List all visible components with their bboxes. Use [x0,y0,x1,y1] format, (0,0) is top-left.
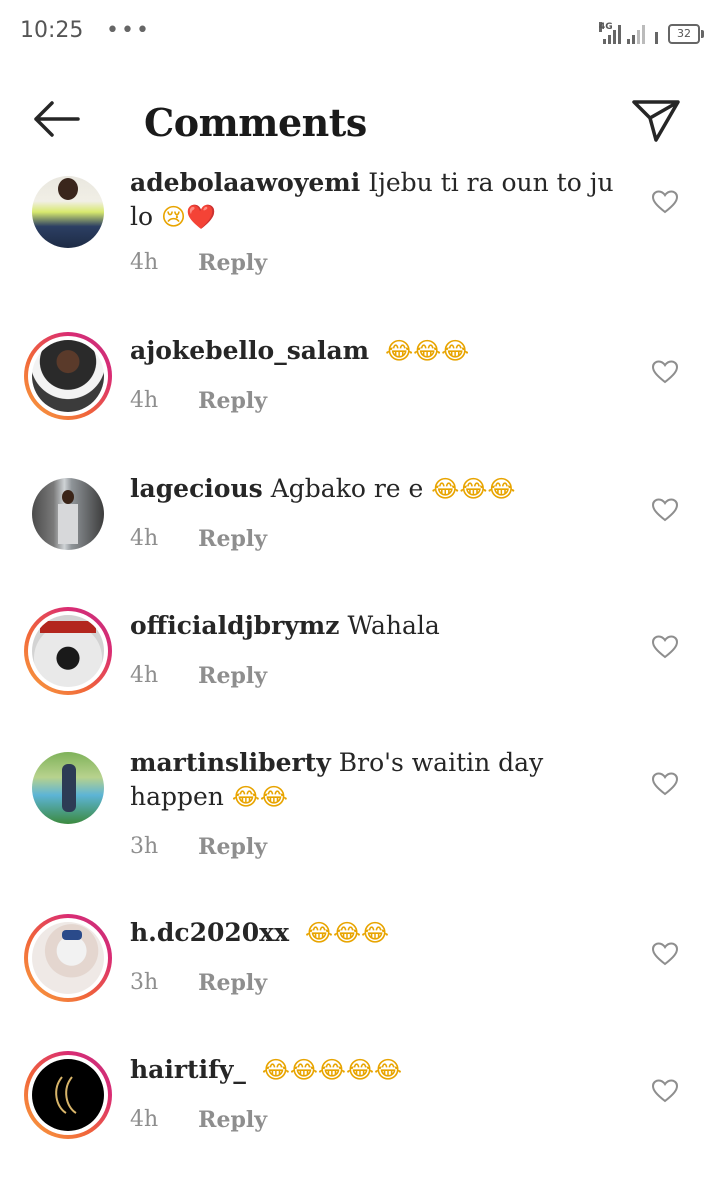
avatar[interactable] [24,607,112,695]
comment-emoji: 😂😂😂 [431,475,516,503]
signal-icon-2 [627,24,645,44]
comment-username[interactable]: adebolaawoyemi [130,168,360,197]
signal-icon: 4G [599,22,621,44]
reply-button[interactable]: Reply [198,834,267,860]
status-time: 10:25 [20,18,84,43]
comment-text: martinsliberty Bro's waitin day happen 😂😂 [130,746,625,814]
comment-time: 4h [130,526,159,551]
heart-outline-icon[interactable] [652,498,678,522]
comment-time: 4h [130,663,159,688]
comment-meta: 4h Reply [130,663,267,689]
comment-text: adebolaawoyemi Ijebu ti ra oun to ju lo 😢… [130,166,625,234]
reply-button[interactable]: Reply [198,663,267,689]
comment-username[interactable]: officialdjbrymz [130,611,339,640]
comments-header: Comments [0,78,720,162]
heart-outline-icon[interactable] [652,1079,678,1103]
comment-time: 4h [130,388,159,413]
status-bar: 10:25 ••• 4G 32 [0,0,720,64]
battery-icon: 32 [668,24,704,44]
comment-meta: 4h Reply [130,1107,267,1133]
heart-outline-icon[interactable] [652,942,678,966]
comment-body: Agbako re e [270,474,424,503]
comment-meta: 4h Reply [130,250,267,276]
network-type: 4G [599,22,613,32]
heart-outline-icon[interactable] [652,360,678,384]
hairtify-logo-icon [55,1076,77,1114]
comment-time: 4h [130,250,159,275]
comment-emoji: 😂😂😂 [385,337,470,365]
comment-emoji: 😢❤️ [161,203,216,231]
comment-username[interactable]: lagecious [130,474,263,503]
comment-meta: 4h Reply [130,388,267,414]
avatar[interactable] [24,470,112,558]
comment-body: Wahala [347,611,440,640]
reply-button[interactable]: Reply [198,1107,267,1133]
comment-emoji: 😂😂😂 [304,919,390,947]
avatar[interactable] [24,914,112,1002]
comment-text: h.dc2020xx 😂😂😂 [130,916,625,950]
comment-time: 3h [130,834,159,859]
reply-button[interactable]: Reply [198,250,267,276]
reply-button[interactable]: Reply [198,388,267,414]
comment-text: ajokebello_salam 😂😂😂 [130,334,625,368]
status-dots: ••• [106,18,151,43]
comment-text: hairtify_ 😂😂😂😂😂 [130,1053,625,1087]
page-title: Comments [144,100,367,145]
comment-username[interactable]: ajokebello_salam [130,336,369,365]
reply-button[interactable]: Reply [198,526,267,552]
comment-emoji: 😂😂 [231,783,288,811]
back-arrow-icon[interactable] [30,98,82,140]
reply-button[interactable]: Reply [198,970,267,996]
comment-text: lagecious Agbako re e 😂😂😂 [130,472,625,506]
comment-time: 4h [130,1107,159,1132]
avatar[interactable] [24,1051,112,1139]
system-indicators: 4G 32 [599,16,704,44]
comment-username[interactable]: martinsliberty [130,748,331,777]
avatar[interactable] [24,744,112,832]
paper-plane-icon[interactable] [630,98,682,144]
comment-username[interactable]: hairtify_ [130,1055,246,1084]
comment-meta: 3h Reply [130,970,267,996]
comment-meta: 4h Reply [130,526,267,552]
comment-text: officialdjbrymz Wahala [130,609,625,643]
avatar[interactable] [24,168,112,256]
comment-username[interactable]: h.dc2020xx [130,918,289,947]
wifi-off-icon [655,24,658,44]
heart-outline-icon[interactable] [652,772,678,796]
comment-emoji: 😂😂😂😂😂 [261,1056,403,1084]
avatar[interactable] [24,332,112,420]
comment-meta: 3h Reply [130,834,267,860]
comment-time: 3h [130,970,159,995]
heart-outline-icon[interactable] [652,190,678,214]
heart-outline-icon[interactable] [652,635,678,659]
